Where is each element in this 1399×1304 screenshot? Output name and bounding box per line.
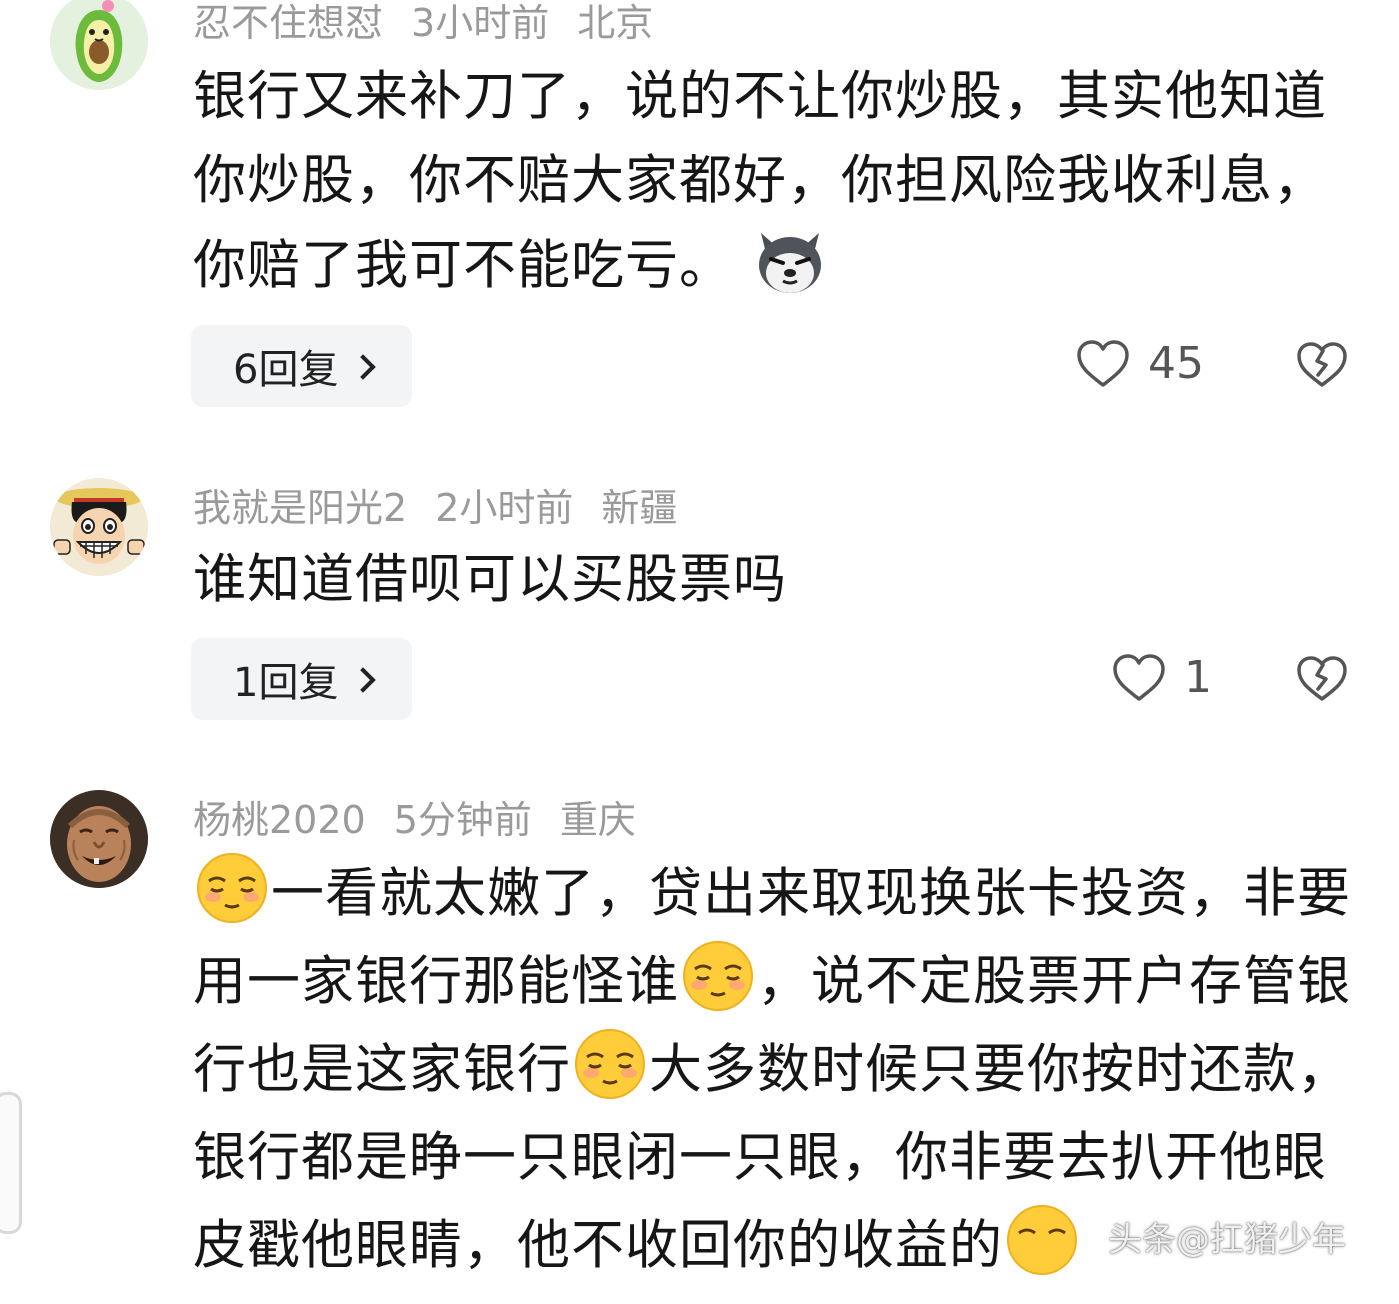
heart-icon	[1113, 653, 1165, 701]
relieved-face-emoji	[681, 939, 755, 1013]
username[interactable]: 我就是阳光2	[193, 486, 407, 530]
like-button[interactable]: 1	[1112, 652, 1212, 703]
husky-dog-emoji	[753, 223, 827, 297]
username[interactable]: 杨桃2020	[193, 798, 366, 842]
comment-meta: 忍不住想怼 3小时前 北京	[193, 4, 681, 42]
location: 北京	[577, 1, 654, 45]
like-button[interactable]: 45	[1076, 338, 1204, 389]
relieved-face-emoji	[573, 1027, 647, 1101]
comment-text: 谁知道借呗可以买股票吗	[193, 538, 1358, 622]
view-replies-button[interactable]: 6回复	[191, 325, 413, 407]
dislike-button[interactable]	[1296, 341, 1348, 393]
avocado-avatar-icon[interactable]	[50, 0, 148, 90]
replies-count-label: 1回复	[233, 660, 339, 706]
scrollbar-handle[interactable]	[0, 1092, 22, 1234]
timestamp: 5分钟前	[393, 798, 532, 842]
comment-text: 银行又来补刀了，说的不让你炒股，其实他知道你炒股，你不赔大家都好，你担风险我收利…	[193, 55, 1358, 308]
dislike-button[interactable]	[1296, 655, 1348, 707]
broken-heart-icon	[1297, 656, 1347, 701]
comment-meta: 我就是阳光2 2小时前 新疆	[193, 489, 705, 527]
replies-count-label: 6回复	[233, 347, 339, 393]
comment-meta: 杨桃2020 5分钟前 重庆	[193, 801, 664, 839]
like-count: 1	[1184, 652, 1212, 703]
heart-icon	[1077, 339, 1129, 387]
location: 重庆	[559, 798, 636, 842]
watermark-text: 头条@扛猪少年	[1108, 1220, 1346, 1260]
timestamp: 2小时前	[435, 486, 574, 530]
view-replies-button[interactable]: 1回复	[191, 638, 413, 720]
chevron-right-icon	[350, 667, 377, 693]
relieved-face-emoji	[1005, 1203, 1079, 1277]
username[interactable]: 忍不住想怼	[193, 1, 383, 45]
old-man-avatar-icon[interactable]	[50, 790, 148, 888]
location: 新疆	[601, 486, 678, 530]
relieved-face-emoji	[195, 851, 269, 925]
comment-text-segment: 谁知道借呗可以买股票吗	[193, 549, 787, 610]
luffy-avatar-icon[interactable]	[50, 478, 148, 576]
timestamp: 3小时前	[411, 1, 550, 45]
chevron-right-icon	[350, 354, 377, 380]
broken-heart-icon	[1297, 342, 1347, 387]
like-count: 45	[1148, 338, 1204, 389]
